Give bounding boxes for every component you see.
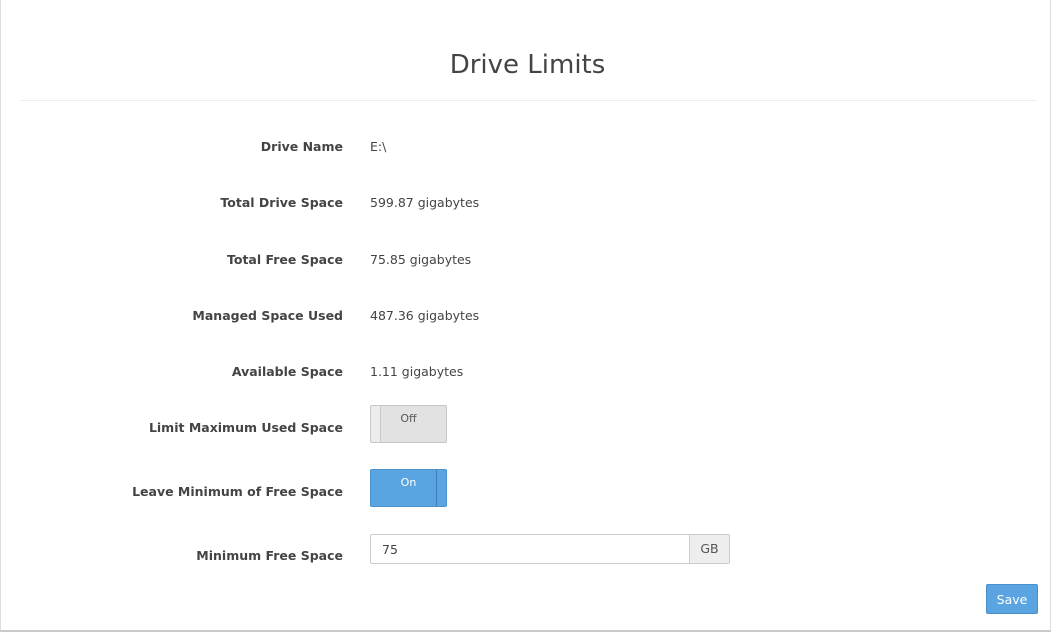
drive-name-value: E:\ bbox=[370, 139, 387, 154]
managed-space-used-row: Managed Space Used 487.36 gigabytes bbox=[1, 302, 1053, 332]
managed-space-used-label: Managed Space Used bbox=[192, 308, 343, 323]
leave-min-free-label: Leave Minimum of Free Space bbox=[132, 484, 343, 499]
managed-space-used-value: 487.36 gigabytes bbox=[370, 308, 480, 323]
limit-max-used-label: Limit Maximum Used Space bbox=[148, 420, 343, 435]
page-title: Drive Limits bbox=[449, 50, 606, 80]
leave-min-free-toggle[interactable]: On bbox=[370, 469, 447, 507]
drive-name-row: Drive Name E:\ bbox=[1, 133, 1053, 163]
available-space-row: Available Space 1.11 gigabytes bbox=[1, 358, 1053, 388]
min-free-space-label: Minimum Free Space bbox=[196, 548, 343, 563]
total-drive-space-label: Total Drive Space bbox=[220, 195, 343, 210]
available-space-label: Available Space bbox=[231, 364, 343, 379]
unit-addon: GB bbox=[689, 534, 730, 564]
drive-limits-panel: Drive Limits Drive Name E:\ Total Drive … bbox=[0, 0, 1051, 632]
total-drive-space-row: Total Drive Space 599.87 gigabytes bbox=[1, 189, 1053, 219]
title-divider bbox=[21, 100, 1037, 101]
limit-max-used-toggle[interactable]: Off bbox=[370, 405, 447, 443]
leave-min-free-state: On bbox=[400, 476, 417, 489]
limit-max-used-row: Limit Maximum Used Space bbox=[1, 414, 1053, 444]
total-free-space-row: Total Free Space 75.85 gigabytes bbox=[1, 246, 1053, 276]
save-button[interactable]: Save bbox=[986, 584, 1038, 614]
min-free-space-input[interactable] bbox=[370, 534, 690, 564]
total-free-space-label: Total Free Space bbox=[227, 252, 343, 267]
total-free-space-value: 75.85 gigabytes bbox=[370, 252, 472, 267]
drive-name-label: Drive Name bbox=[260, 139, 343, 154]
limit-max-used-state: Off bbox=[400, 412, 417, 425]
total-drive-space-value: 599.87 gigabytes bbox=[370, 195, 480, 210]
available-space-value: 1.11 gigabytes bbox=[370, 364, 464, 379]
leave-min-free-row: Leave Minimum of Free Space bbox=[1, 478, 1053, 508]
